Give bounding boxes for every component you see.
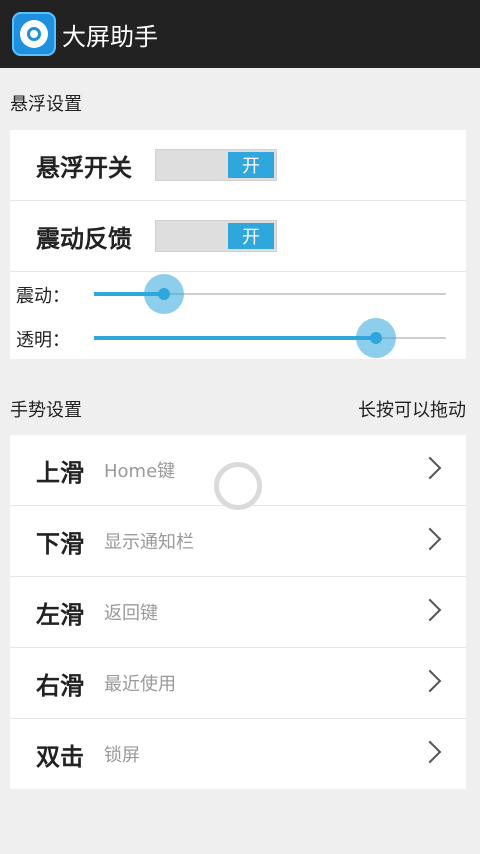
transparency-slider-fill (94, 336, 376, 340)
chevron-right-icon (418, 456, 442, 480)
gesture-action: 最近使用 (104, 674, 176, 695)
gesture-row-swipe-left[interactable]: 左滑 返回键 (10, 577, 466, 648)
vibration-slider-thumb[interactable] (144, 274, 185, 314)
gesture-name: 下滑 (36, 529, 84, 558)
vibration-feedback-label: 震动反馈 (36, 224, 132, 253)
vibration-slider-row: 震动： (10, 272, 466, 316)
chevron-right-icon (418, 669, 442, 693)
gesture-action: 锁屏 (104, 745, 140, 766)
gesture-action: Home键 (104, 461, 176, 482)
transparency-slider-thumb[interactable] (355, 318, 396, 358)
vibration-feedback-state: 开 (228, 223, 274, 249)
gesture-action: 返回键 (104, 603, 158, 624)
gesture-action: 显示通知栏 (104, 532, 194, 553)
gesture-name: 上滑 (36, 458, 84, 487)
float-switch-row: 悬浮开关 开 (10, 130, 466, 201)
float-switch-label: 悬浮开关 (36, 153, 132, 182)
chevron-right-icon (418, 527, 442, 551)
gesture-drag-hint: 长按可以拖动 (358, 400, 466, 421)
gesture-row-swipe-right[interactable]: 右滑 最近使用 (10, 648, 466, 719)
gesture-name: 右滑 (36, 671, 84, 700)
float-switch-toggle[interactable]: 开 (155, 149, 277, 181)
action-bar: 大屏助手 (0, 0, 480, 68)
vibration-slider-label: 震动： (16, 286, 70, 307)
transparency-slider[interactable] (94, 318, 446, 358)
gesture-section-label: 手势设置 (10, 400, 82, 421)
gesture-row-swipe-down[interactable]: 下滑 显示通知栏 (10, 506, 466, 577)
vibration-feedback-row: 震动反馈 开 (10, 201, 466, 272)
float-section-label: 悬浮设置 (10, 94, 82, 115)
float-switch-state: 开 (228, 152, 274, 178)
transparency-slider-label: 透明： (16, 330, 70, 351)
vibration-feedback-toggle[interactable]: 开 (155, 220, 277, 252)
chevron-right-icon (418, 598, 442, 622)
loading-spinner-icon (214, 462, 262, 510)
gesture-name: 双击 (36, 742, 84, 771)
app-title: 大屏助手 (62, 22, 158, 51)
chevron-right-icon (418, 740, 442, 764)
gesture-name: 左滑 (36, 600, 84, 629)
float-settings-card: 悬浮开关 开 震动反馈 开 震动： 透明： (10, 130, 466, 359)
vibration-slider[interactable] (94, 274, 446, 314)
transparency-slider-row: 透明： (10, 316, 466, 360)
app-logo-icon (12, 12, 56, 56)
gesture-row-double-tap[interactable]: 双击 锁屏 (10, 719, 466, 789)
